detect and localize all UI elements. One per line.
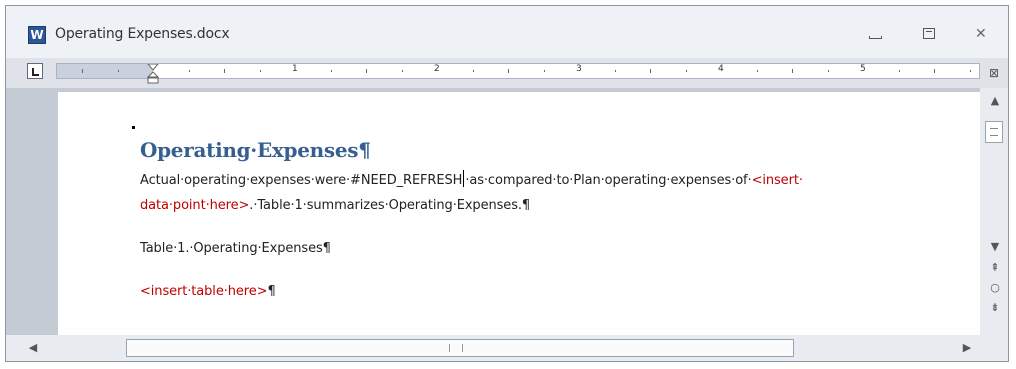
- paragraph-text: Actual·operating·expenses·were·#NEED_REF…: [140, 173, 463, 188]
- scroll-left-button[interactable]: ◀: [26, 341, 40, 355]
- ruler-tick: [401, 70, 403, 72]
- ruler-tick: [259, 70, 261, 72]
- table-placeholder[interactable]: <insert·table·here>¶: [140, 284, 276, 299]
- placeholder-text: <insert·table·here>: [140, 284, 268, 299]
- window-title: Operating Expenses.docx: [55, 26, 230, 42]
- ruler-tick: [898, 70, 900, 72]
- vertical-scrollbar[interactable]: ▲ ▼ ⇞ ○ ⇟: [980, 88, 1008, 335]
- arrow-up-icon: ▲: [990, 94, 1000, 107]
- ruler-tick: [543, 70, 545, 72]
- tab-selector-button[interactable]: [27, 63, 43, 79]
- ruler-tick: [614, 70, 616, 72]
- select-browse-object-button[interactable]: ○: [988, 281, 1002, 295]
- minimize-button[interactable]: [864, 25, 886, 43]
- ruler-bar: 1 2 3 4 5 ⊠: [6, 58, 1008, 88]
- horizontal-scroll-thumb[interactable]: [126, 339, 794, 357]
- document-heading[interactable]: Operating·Expenses¶: [140, 138, 371, 162]
- ruler-number: 1: [292, 64, 298, 74]
- page-anchor-mark: [132, 126, 135, 129]
- horizontal-ruler[interactable]: 1 2 3 4 5: [56, 63, 980, 84]
- paragraph-line-1[interactable]: Actual·operating·expenses·were·#NEED_REF…: [140, 170, 803, 188]
- arrow-left-icon: ◀: [28, 341, 38, 354]
- ruler-tick: [82, 69, 83, 73]
- ruler-tick: [969, 70, 971, 72]
- ruler-tick: [330, 70, 332, 72]
- ruler-tick: [685, 70, 687, 72]
- ruler-tick: [224, 69, 225, 73]
- scroll-right-button[interactable]: ▶: [960, 341, 974, 355]
- ruler-tick: [650, 69, 651, 73]
- title-bar[interactable]: W Operating Expenses.docx ✕: [6, 6, 1008, 58]
- placeholder-text: data·point·here>: [140, 198, 250, 213]
- ruler-toggle-icon: ⊠: [988, 66, 1000, 80]
- paragraph-line-2[interactable]: data·point·here>.·Table·1·summarizes·Ope…: [140, 198, 530, 213]
- close-button[interactable]: ✕: [971, 25, 993, 43]
- ruler-tick: [756, 70, 758, 72]
- arrow-down-icon: ▼: [990, 240, 1000, 253]
- ruler-left-margin: [57, 64, 153, 78]
- document-window: W Operating Expenses.docx ✕ 1 2 3 4 5 ⊠ Oper…: [5, 5, 1009, 362]
- ruler-tick: [792, 69, 793, 73]
- vertical-scroll-thumb[interactable]: [985, 121, 1003, 143]
- document-area: Operating·Expenses¶ Actual·operating·exp…: [6, 88, 980, 335]
- ruler-number: 4: [718, 64, 724, 74]
- placeholder-text: <insert·: [751, 173, 803, 188]
- ruler-tick: [472, 70, 474, 72]
- horizontal-scrollbar[interactable]: ◀ ▶: [6, 335, 980, 361]
- next-page-icon: ⇟: [990, 301, 1000, 314]
- ruler-tick: [508, 69, 509, 73]
- table-caption[interactable]: Table·1.·Operating·Expenses¶: [140, 241, 331, 256]
- ruler-tick: [366, 69, 367, 73]
- scroll-up-button[interactable]: ▲: [988, 94, 1002, 108]
- ruler-tick: [827, 70, 829, 72]
- view-ruler-button[interactable]: ⊠: [985, 64, 1003, 82]
- paragraph-text: .·Table·1·summarizes·Operating·Expenses.…: [249, 198, 531, 213]
- ruler-tick: [188, 70, 190, 72]
- select-browse-object-icon: ○: [990, 281, 1000, 294]
- document-page[interactable]: Operating·Expenses¶ Actual·operating·exp…: [58, 92, 980, 335]
- paragraph-text: ·as·compared·to·Plan·operating·expenses·…: [465, 173, 752, 188]
- ruler-number: 3: [576, 64, 582, 74]
- paragraph-mark: ¶: [267, 284, 276, 299]
- scroll-grip-icon: [449, 344, 463, 352]
- close-icon: ✕: [975, 26, 987, 42]
- word-icon[interactable]: W: [28, 26, 46, 44]
- minimize-icon: [869, 36, 882, 39]
- next-page-button[interactable]: ⇟: [988, 301, 1002, 315]
- previous-page-button[interactable]: ⇞: [988, 261, 1002, 275]
- ruler-tick: [934, 69, 935, 73]
- previous-page-icon: ⇞: [990, 261, 1000, 274]
- ruler-number: 5: [860, 64, 866, 74]
- indent-marker-icon[interactable]: [147, 64, 159, 86]
- maximize-icon: [923, 28, 935, 39]
- scroll-down-button[interactable]: ▼: [988, 240, 1002, 254]
- maximize-button[interactable]: [918, 25, 940, 43]
- ruler-number: 2: [434, 64, 440, 74]
- ruler-tick: [117, 70, 119, 72]
- arrow-right-icon: ▶: [962, 341, 972, 354]
- scrollbar-corner: [980, 335, 1008, 361]
